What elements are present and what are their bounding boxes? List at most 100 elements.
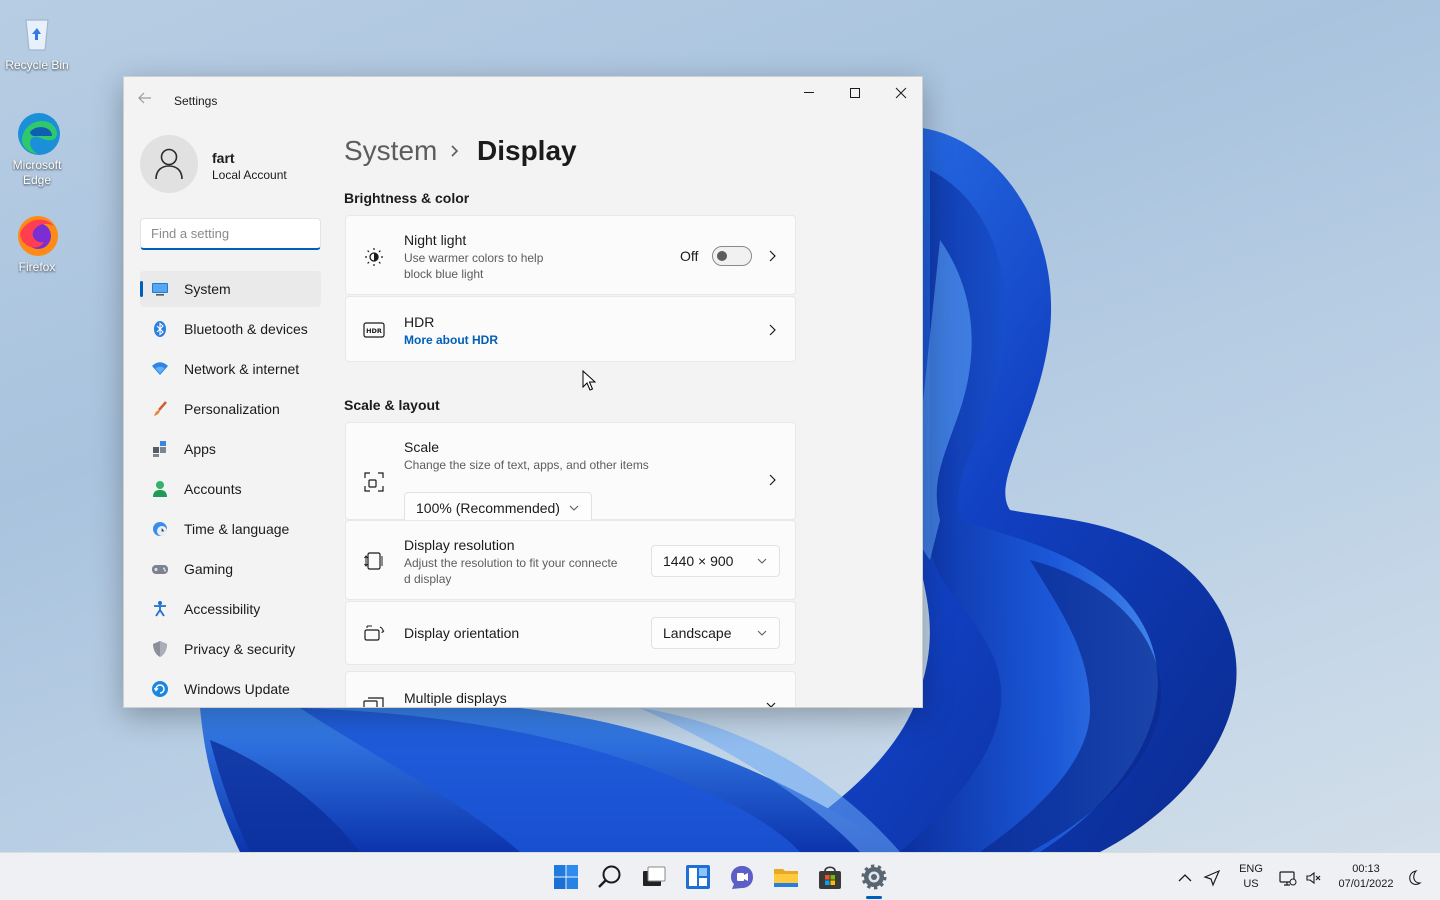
system-monitor-icon [151,280,169,298]
desktop-icon-edge[interactable]: Microsoft Edge [0,110,74,188]
start-icon[interactable] [551,862,581,892]
chevron-right-icon [767,249,777,263]
chevron-right-icon [767,473,777,487]
close-button[interactable] [878,77,922,109]
sidebar-item-system[interactable]: System [140,271,321,307]
profile-name: fart [212,150,235,166]
sidebar-item-label: Windows Update [184,681,290,697]
wifi-icon [151,360,169,378]
multiple-displays-title: Multiple displays [404,690,507,706]
sidebar-item-accounts[interactable]: Accounts [140,471,321,507]
sidebar-item-personalization[interactable]: Personalization [140,391,321,427]
location-icon[interactable] [1203,869,1221,887]
settings-icon[interactable] [859,862,889,892]
globe-clock-icon [151,520,169,538]
widgets-icon[interactable] [683,862,713,892]
gamepad-icon [151,560,169,578]
back-arrow-icon[interactable] [138,91,154,107]
store-icon[interactable] [815,862,845,892]
hdr-card[interactable]: HDR HDR More about HDR [345,296,796,362]
file-explorer-icon[interactable] [771,862,801,892]
maximize-button[interactable] [832,77,878,109]
night-light-state: Off [680,248,699,264]
task-view-icon[interactable] [639,862,669,892]
bluetooth-icon [151,320,169,338]
night-light-title: Night light [404,232,467,248]
scale-title: Scale [404,439,440,455]
sidebar-item-label: Personalization [184,401,280,417]
sidebar-item-gaming[interactable]: Gaming [140,551,321,587]
minimize-button[interactable] [786,77,832,109]
desktop-icon-firefox[interactable]: Firefox [0,212,74,275]
network-icon[interactable] [1279,869,1297,887]
hdr-icon: HDR [363,319,385,341]
scale-icon [363,471,385,493]
sidebar-item-label: Privacy & security [184,641,296,657]
search-icon[interactable] [595,862,625,892]
display-orientation-card[interactable]: Display orientation Landscape [345,601,796,665]
region-code: US [1243,878,1259,890]
profile-account-type: Local Account [212,168,287,182]
active-app-indicator [866,896,882,899]
sidebar-item-label: Accessibility [184,601,261,617]
sidebar-item-label: Gaming [184,561,234,577]
resolution-icon [363,550,385,572]
display-resolution-desc-line2: d display [404,572,452,586]
orientation-dropdown-value: Landscape [663,625,732,641]
orientation-dropdown[interactable]: Landscape [651,617,780,649]
more-about-hdr-link[interactable]: More about HDR [404,333,498,347]
desktop-icon-recycle-bin[interactable]: Recycle Bin [0,10,74,73]
desktop-icon-label: Firefox [18,260,56,274]
firefox-icon [14,212,60,258]
focus-assist-moon-icon[interactable] [1405,869,1423,887]
chevron-right-icon [450,143,460,164]
chevron-right-icon [767,323,777,337]
clock-date: 07/01/2022 [1338,878,1394,890]
user-icon [155,148,183,180]
volume-muted-icon[interactable] [1305,869,1323,887]
sidebar-item-windows-update[interactable]: Windows Update [140,671,321,707]
chevron-down-icon [757,558,767,564]
taskbar: ENG US 00:13 07/01/2022 [0,852,1440,900]
minimize-icon [804,92,814,93]
settings-window: Settings fart Local Account System [123,76,923,708]
night-light-toggle[interactable] [712,246,752,266]
window-title: Settings [174,94,218,108]
display-orientation-title: Display orientation [404,625,520,641]
sidebar-item-privacy[interactable]: Privacy & security [140,631,321,667]
edge-icon [14,110,60,156]
sidebar-item-apps[interactable]: Apps [140,431,321,467]
resolution-dropdown[interactable]: 1440 × 900 [651,545,780,577]
sidebar-item-label: Accounts [184,481,242,497]
sidebar-item-time-language[interactable]: Time & language [140,511,321,547]
input-language[interactable]: ENG US [1232,862,1270,892]
svg-text:HDR: HDR [366,327,382,335]
breadcrumb-parent[interactable]: System [344,135,437,167]
multiple-displays-icon [363,694,385,707]
clock-time: 00:13 [1352,863,1380,875]
avatar[interactable] [140,135,198,193]
sidebar-item-label: Apps [184,441,216,457]
sidebar-item-label: Time & language [184,521,290,537]
night-light-card[interactable]: Night light Use warmer colors to help bl… [345,215,796,295]
sidebar-item-label: Network & internet [184,361,300,377]
scale-card[interactable]: Scale Change the size of text, apps, and… [345,422,796,524]
display-resolution-title: Display resolution [404,537,515,553]
chevron-up-icon[interactable] [1176,869,1194,887]
sidebar-item-bluetooth[interactable]: Bluetooth & devices [140,311,321,347]
maximize-icon [850,88,860,98]
accessibility-icon [151,600,169,618]
hdr-title: HDR [404,314,435,330]
multiple-displays-card[interactable]: Multiple displays [345,671,796,707]
account-icon [151,480,169,498]
chat-icon[interactable] [727,862,757,892]
clock[interactable]: 00:13 07/01/2022 [1332,862,1400,892]
display-resolution-card[interactable]: Display resolution Adjust the resolution… [345,520,796,600]
chevron-down-icon[interactable] [765,697,777,707]
title-bar[interactable]: Settings [124,77,922,117]
sidebar-item-accessibility[interactable]: Accessibility [140,591,321,627]
sidebar-item-network[interactable]: Network & internet [140,351,321,387]
section-title-brightness: Brightness & color [344,190,470,206]
night-light-desc-line2: block blue light [404,267,484,281]
search-input[interactable] [140,218,321,250]
